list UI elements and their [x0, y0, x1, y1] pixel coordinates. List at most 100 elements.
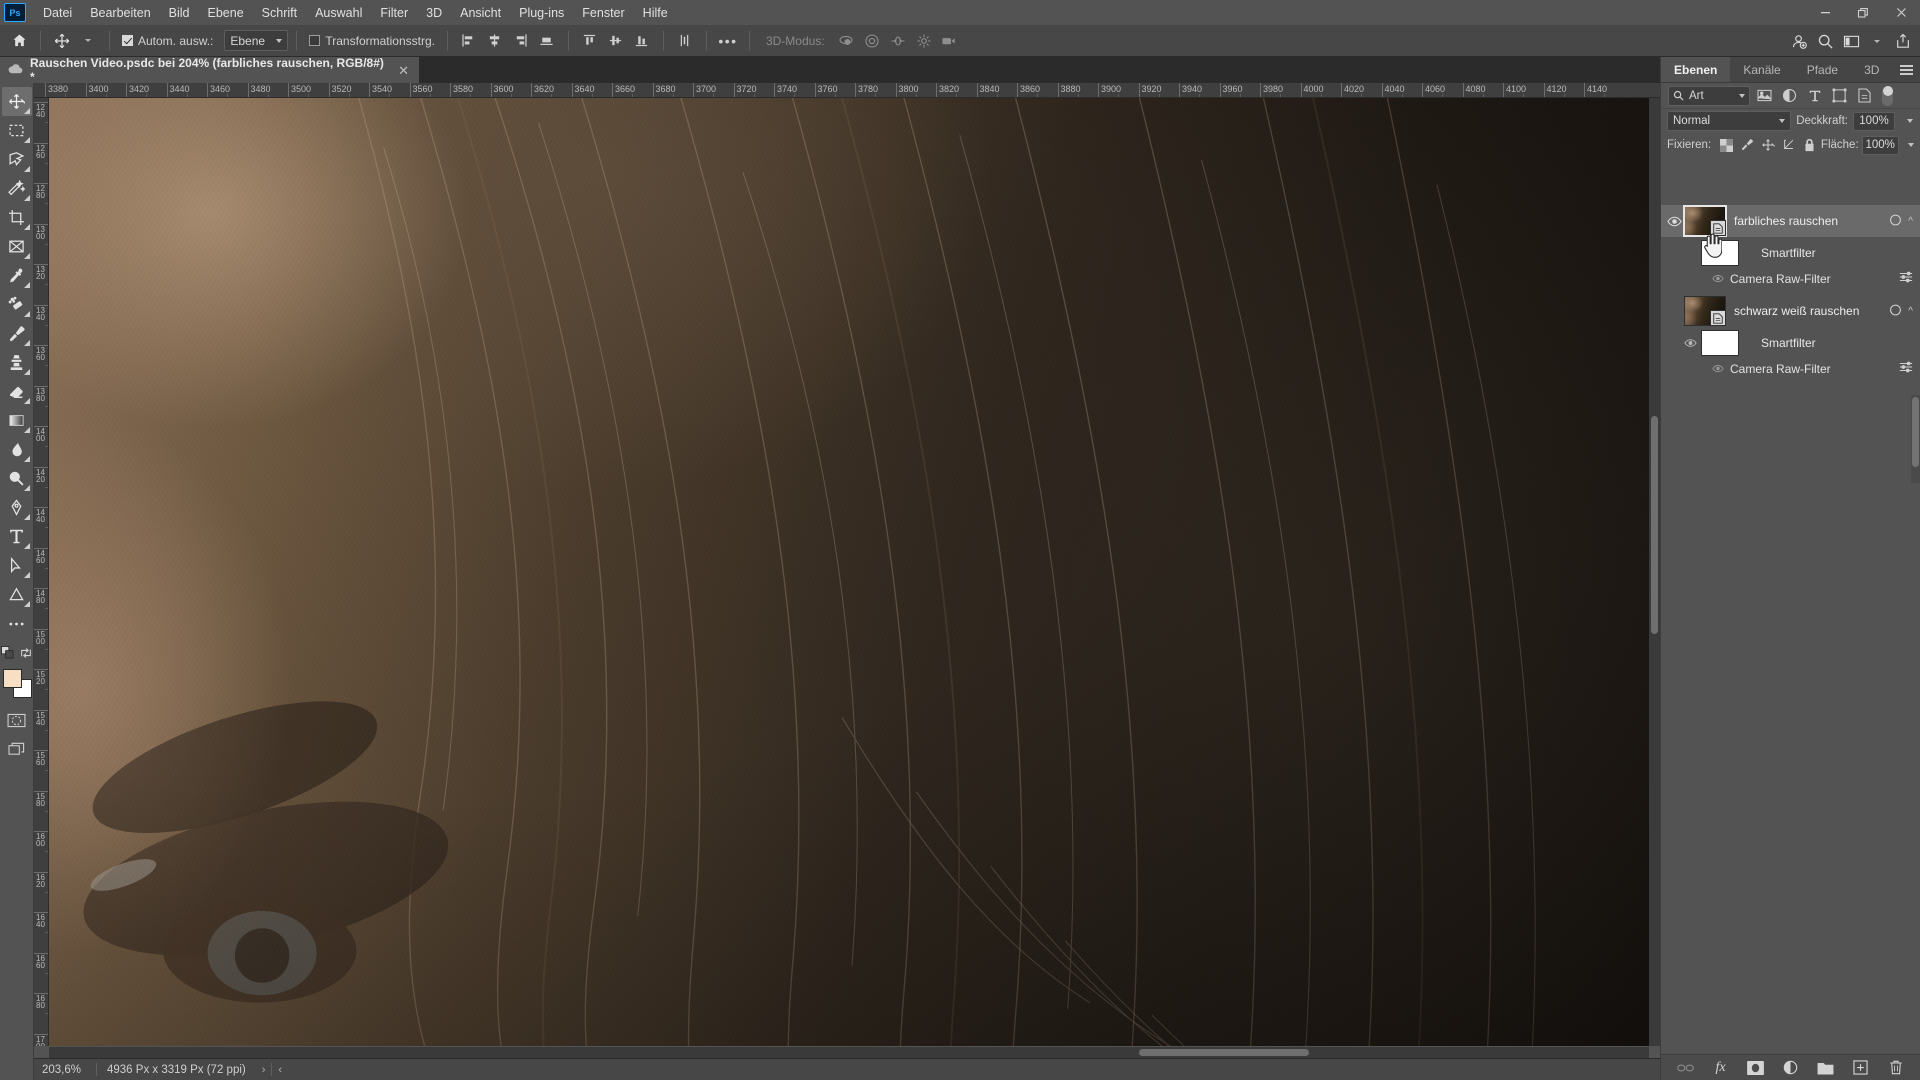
horizontal-ruler[interactable]: 3380 3400 3420 3440 3460 3480 3500 3520 3540 3560…	[34, 83, 1660, 98]
smart-filter-mask-visibility-toggle[interactable]	[1679, 327, 1701, 359]
opacity-field[interactable]: 100%	[1853, 111, 1895, 131]
layer-name[interactable]: schwarz weiß rauschen	[1734, 304, 1889, 318]
blend-mode-dropdown[interactable]: Normal	[1667, 111, 1792, 131]
menu-ebene[interactable]: Ebene	[199, 3, 253, 23]
default-colors-icon[interactable]	[1, 646, 14, 662]
chevron-up-icon[interactable]: ^	[1908, 216, 1913, 227]
document-tab[interactable]: Rauschen Video.psdc bei 204% (farbliches…	[0, 56, 420, 84]
object-selection-tool[interactable]	[2, 174, 32, 203]
vertical-ruler[interactable]: 1​2​4​0 1​2​6​0 1​2​8​0 1​3​0​0 1​3​2​0 1​3​4…	[34, 98, 49, 1046]
filter-smartobject-icon[interactable]	[1854, 86, 1875, 106]
more-options-button[interactable]: •••	[715, 29, 741, 53]
spot-healing-brush-tool[interactable]	[2, 290, 32, 319]
auto-select-scope-dropdown[interactable]: Ebene	[224, 30, 289, 51]
swap-colors-icon[interactable]	[20, 647, 32, 662]
lasso-tool[interactable]	[2, 145, 32, 174]
canvas-vertical-scrollbar[interactable]	[1649, 98, 1660, 1046]
menu-datei[interactable]: Datei	[34, 3, 81, 23]
layer-visibility-toggle[interactable]	[1664, 205, 1684, 237]
rectangular-marquee-tool[interactable]	[2, 116, 32, 145]
brush-tool[interactable]	[2, 319, 32, 348]
filter-options-icon[interactable]	[1899, 361, 1920, 376]
smart-filter-icon[interactable]	[1889, 303, 1903, 320]
menu-hilfe[interactable]: Hilfe	[634, 3, 677, 23]
chevron-left-icon[interactable]: ‹	[272, 1064, 288, 1076]
tab-3d[interactable]: 3D	[1851, 57, 1892, 82]
clone-stamp-tool[interactable]	[2, 348, 32, 377]
smart-filters-header-row-2[interactable]: Smartfilter	[1661, 327, 1920, 358]
smart-filter-name[interactable]: Camera Raw-Filter	[1730, 362, 1831, 376]
blur-tool[interactable]	[2, 435, 32, 464]
menu-plug-ins[interactable]: Plug-ins	[510, 3, 573, 23]
tab-pfade[interactable]: Pfade	[1794, 57, 1851, 82]
frame-tool[interactable]	[2, 232, 32, 261]
fill-chevron-icon[interactable]	[1902, 136, 1914, 155]
path-selection-tool[interactable]	[2, 551, 32, 580]
home-icon[interactable]	[6, 29, 32, 53]
3d-camera-icon[interactable]	[937, 29, 963, 53]
filter-adjustment-icon[interactable]	[1779, 86, 1800, 106]
transform-controls-checkbox-wrap[interactable]: Transformationsstrg.	[305, 34, 439, 48]
smart-filter-row-camera-raw-1[interactable]: Camera Raw-Filter	[1661, 268, 1920, 289]
image-canvas[interactable]	[49, 98, 1660, 1046]
menu-auswahl[interactable]: Auswahl	[306, 3, 371, 23]
panel-menu-icon[interactable]	[1900, 57, 1913, 83]
maximize-restore-button[interactable]	[1844, 0, 1882, 25]
gradient-tool[interactable]	[2, 406, 32, 435]
layer-list[interactable]: farbliches rauschen ^ Smartfilter Camera…	[1661, 205, 1920, 1054]
chevron-down-icon[interactable]	[1864, 29, 1890, 53]
distribute-bottom-icon[interactable]	[629, 29, 655, 53]
distribute-spacing-icon[interactable]	[672, 29, 698, 53]
3d-pan-icon[interactable]	[885, 29, 911, 53]
chevron-up-icon[interactable]: ^	[1908, 306, 1913, 317]
layer-name[interactable]: farbliches rauschen	[1734, 214, 1889, 228]
3d-orbit-icon[interactable]	[833, 29, 859, 53]
pen-tool[interactable]	[2, 493, 32, 522]
delete-layer-icon[interactable]	[1886, 1058, 1906, 1078]
scrollbar-thumb[interactable]	[1651, 416, 1658, 634]
distribute-top-icon[interactable]	[577, 29, 603, 53]
align-bottom-edges-icon[interactable]	[534, 29, 560, 53]
tab-ebenen[interactable]: Ebenen	[1661, 57, 1731, 82]
smart-filter-row-camera-raw-2[interactable]: Camera Raw-Filter	[1661, 358, 1920, 379]
workspace-icon[interactable]	[1838, 29, 1864, 53]
lock-all-icon[interactable]	[1800, 135, 1818, 155]
menu-fenster[interactable]: Fenster	[573, 3, 633, 23]
lock-transparency-icon[interactable]	[1718, 135, 1736, 155]
filter-shape-icon[interactable]	[1829, 86, 1850, 106]
smart-filter-name[interactable]: Camera Raw-Filter	[1730, 272, 1831, 286]
scrollbar-thumb[interactable]	[1139, 1049, 1309, 1056]
layer-style-fx-icon[interactable]: fx	[1711, 1058, 1731, 1078]
move-tool-icon[interactable]	[49, 29, 75, 53]
layer-thumbnail-wrap[interactable]	[1684, 296, 1726, 326]
link-layers-icon[interactable]	[1676, 1058, 1696, 1078]
layer-row-farbliches-rauschen[interactable]: farbliches rauschen ^	[1661, 205, 1920, 237]
layer-visibility-toggle[interactable]	[1664, 295, 1684, 327]
layer-filter-kind-dropdown[interactable]: Art	[1668, 85, 1750, 106]
close-window-button[interactable]	[1882, 0, 1920, 25]
3d-slide-icon[interactable]	[911, 29, 937, 53]
transform-controls-checkbox[interactable]	[309, 35, 321, 46]
align-left-icon[interactable]	[456, 29, 482, 53]
smart-filter-mask-visibility-toggle[interactable]	[1679, 237, 1701, 269]
layer-row-schwarz-weiss-rauschen[interactable]: schwarz weiß rauschen ^	[1661, 295, 1920, 327]
align-right-icon[interactable]	[508, 29, 534, 53]
lock-image-icon[interactable]	[1739, 135, 1757, 155]
layer-thumbnail-wrap[interactable]	[1683, 205, 1727, 237]
move-tool[interactable]	[1, 87, 32, 116]
edit-toolbar-button[interactable]	[2, 609, 32, 638]
smart-filters-header-row-1[interactable]: Smartfilter	[1661, 237, 1920, 268]
filter-toggle-switch[interactable]	[1882, 85, 1893, 106]
minimize-button[interactable]	[1806, 0, 1844, 25]
shape-tool[interactable]	[2, 580, 32, 609]
lock-artboard-icon[interactable]	[1780, 135, 1798, 155]
smart-filter-mask-thumbnail[interactable]	[1701, 239, 1739, 266]
smart-filter-visibility-toggle[interactable]	[1709, 274, 1727, 283]
new-group-icon[interactable]	[1816, 1058, 1836, 1078]
quick-mask-icon[interactable]	[2, 706, 32, 735]
dodge-tool[interactable]	[2, 464, 32, 493]
move-tool-preset-chevron[interactable]	[75, 29, 101, 53]
tab-kanaele[interactable]: Kanäle	[1730, 57, 1793, 82]
align-center-horizontal-icon[interactable]	[482, 29, 508, 53]
opacity-chevron-icon[interactable]	[1900, 112, 1914, 131]
